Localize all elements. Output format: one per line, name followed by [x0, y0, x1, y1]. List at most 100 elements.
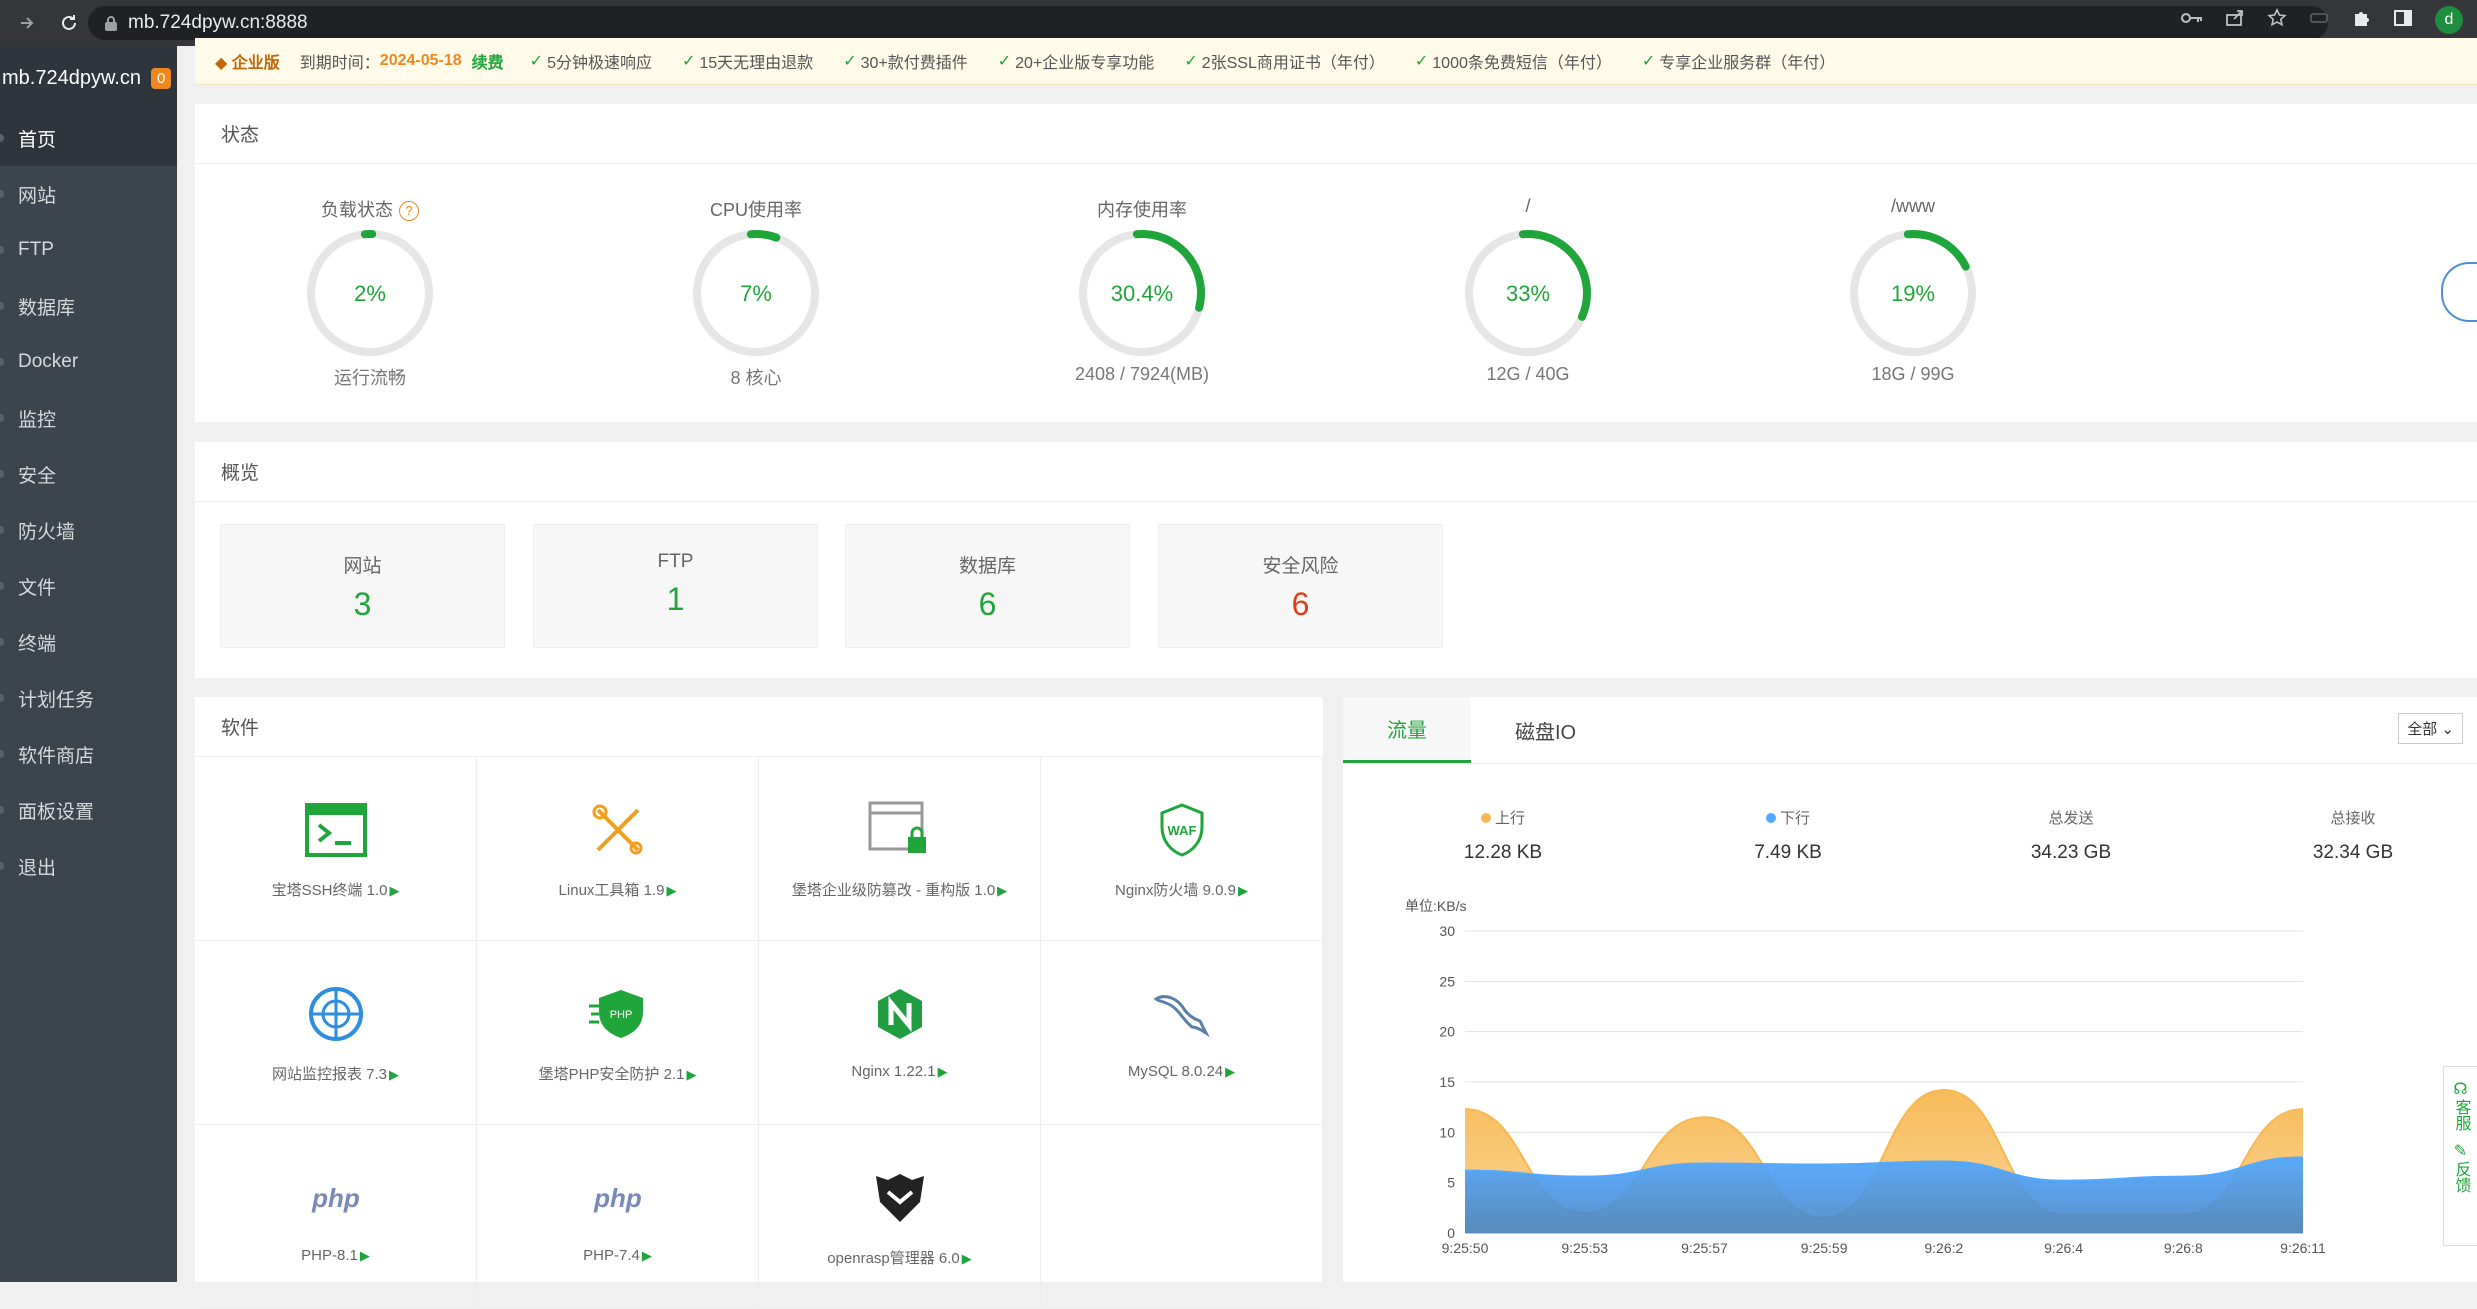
help-icon[interactable]: ? [399, 201, 419, 222]
sidebar-item-12[interactable]: 面板设置 [0, 782, 177, 838]
feedback-link[interactable]: 反馈 [2449, 1161, 2473, 1193]
software-item[interactable]: MySQL 8.0.24 ▶ [1041, 941, 1323, 1125]
software-item[interactable]: 宝塔SSH终端 1.0 ▶ [195, 757, 477, 941]
menu-dot-icon [0, 470, 4, 478]
tab-traffic[interactable]: 流量 [1343, 697, 1471, 763]
x-tick-label: 9:25:57 [1681, 1240, 1728, 1256]
overview-card-label: 安全风险 [1262, 556, 1339, 577]
overview-card-value: 6 [978, 586, 997, 622]
reload-icon[interactable] [56, 10, 82, 36]
extension-small-icon[interactable] [2309, 11, 2329, 30]
traffic-stat-label: 总接收 [2330, 810, 2376, 827]
status-gauge[interactable]: /www 19% 18G / 99G [1813, 196, 2013, 385]
traffic-tabs: 流量 磁盘IO 全部 ⌄ [1343, 697, 2477, 764]
overview-card[interactable]: 网站 3 [220, 524, 505, 648]
status-gauge[interactable]: 内存使用率 30.4% 2408 / 7924(MB) [1042, 196, 1242, 385]
feature-text: 20+企业版专享功能 [1015, 55, 1155, 72]
renew-link[interactable]: 续费 [472, 49, 504, 73]
sidebar-item-2[interactable]: FTP [0, 222, 177, 278]
gauge-label: 负载状态? [270, 196, 470, 222]
sidebar-item-10[interactable]: 计划任务 [0, 670, 177, 726]
network-select[interactable]: 全部 ⌄ [2398, 713, 2463, 744]
enterprise-bar: ◆ 企业版 到期时间： 2024-05-18 续费 ✓ 5分钟极速响应 ✓ 15天无理… [195, 38, 2477, 85]
play-icon[interactable]: ▶ [997, 883, 1007, 898]
key-icon[interactable] [2181, 11, 2203, 30]
software-item[interactable]: php PHP-7.4 ▶ [477, 1125, 759, 1309]
expire-date: 2024-05-18 [379, 52, 462, 69]
software-item[interactable]: Linux工具箱 1.9 ▶ [477, 757, 759, 941]
sidebar-item-7[interactable]: 防火墙 [0, 502, 177, 558]
play-icon[interactable]: ▶ [686, 1067, 696, 1082]
software-item[interactable]: php PHP-8.1 ▶ [195, 1125, 477, 1309]
play-icon[interactable]: ▶ [1238, 883, 1248, 898]
tab-disk-io[interactable]: 磁盘IO [1471, 697, 1620, 763]
sidebar-item-5[interactable]: 监控 [0, 390, 177, 446]
forward-icon[interactable] [14, 10, 40, 36]
edit-icon: ✎ [2453, 1143, 2468, 1160]
play-icon[interactable]: ▶ [642, 1248, 652, 1263]
sidebar-item-label: 网站 [18, 185, 57, 207]
overview-card-label: 数据库 [958, 556, 1016, 577]
sidebar-item-1[interactable]: 网站 [0, 166, 177, 222]
extensions-puzzle-icon[interactable] [2351, 8, 2371, 33]
play-icon[interactable]: ▶ [1225, 1064, 1235, 1079]
software-item[interactable]: Nginx 1.22.1 ▶ [759, 941, 1041, 1125]
y-tick-label: 5 [1447, 1175, 1455, 1191]
status-gauge[interactable]: CPU使用率 7% 8 核心 [656, 196, 856, 390]
message-badge[interactable]: 0 [150, 67, 172, 89]
series-area-1 [1465, 1157, 2303, 1233]
y-tick-label: 0 [1447, 1225, 1455, 1241]
software-item[interactable]: 堡塔企业级防篡改 - 重构版 1.0 ▶ [759, 757, 1041, 941]
gauge-value: 19% [1891, 281, 1935, 306]
sidebar-item-label: 计划任务 [18, 689, 95, 711]
service-link[interactable]: 客服 [2449, 1099, 2473, 1131]
traffic-stat-label: 总发送 [2048, 810, 2094, 827]
sidebar-item-4[interactable]: Docker [0, 334, 177, 390]
sidebar-item-9[interactable]: 终端 [0, 614, 177, 670]
check-icon: ✓ [843, 53, 857, 70]
play-icon[interactable]: ▶ [666, 883, 676, 898]
software-item[interactable]: PHP 堡塔PHP安全防护 2.1 ▶ [477, 941, 759, 1125]
sidebar-item-0[interactable]: 首页 [0, 110, 177, 166]
play-icon[interactable]: ▶ [389, 1067, 399, 1082]
play-icon[interactable]: ▶ [360, 1248, 370, 1263]
bookmark-star-icon[interactable] [2267, 7, 2287, 33]
sidebar-item-11[interactable]: 软件商店 [0, 726, 177, 782]
profile-avatar[interactable]: d [2435, 6, 2463, 34]
legend-dot-icon [1480, 813, 1491, 823]
sidebar-item-3[interactable]: 数据库 [0, 278, 177, 334]
overview-card[interactable]: FTP 1 [533, 524, 818, 648]
gauge-value: 7% [740, 281, 772, 306]
sidebar-item-label: 面板设置 [18, 801, 95, 823]
sidebar-item-13[interactable]: 退出 [0, 838, 177, 894]
check-icon: ✓ [1641, 53, 1656, 70]
check-icon: ✓ [681, 53, 696, 70]
status-panel: 状态 负载状态? 2% 运行流畅 CPU使用率 7% 8 核心 内存使用率 30.4% 2408… [195, 104, 2477, 422]
menu-dot-icon [0, 694, 4, 702]
sidebar-item-8[interactable]: 文件 [0, 558, 177, 614]
tamper-proof-icon [759, 795, 1040, 865]
play-icon[interactable]: ▶ [389, 883, 399, 898]
sidebar-item-label: FTP [18, 239, 54, 260]
overview-card-label: 网站 [343, 556, 382, 577]
enterprise-feature: ✓ 2张SSL商用证书（年付） [1184, 49, 1385, 73]
address-bar[interactable]: mb.724dpyw.cn:8888 [88, 6, 2328, 40]
software-name: PHP-8.1 ▶ [301, 1247, 370, 1264]
software-item[interactable]: openrasp管理器 6.0 ▶ [759, 1125, 1041, 1309]
side-panel-icon[interactable] [2393, 9, 2413, 32]
software-name: 堡塔企业级防篡改 - 重构版 1.0 ▶ [791, 882, 1008, 899]
status-gauge[interactable]: 负载状态? 2% 运行流畅 [270, 196, 470, 390]
feature-text: 1000条免费短信（年付） [1432, 55, 1612, 72]
overview-card[interactable]: 数据库 6 [845, 524, 1130, 648]
software-item[interactable]: 网站监控报表 7.3 ▶ [195, 941, 477, 1125]
php-guard-icon: PHP [477, 979, 758, 1049]
sidebar-item-label: 防火墙 [18, 521, 76, 543]
play-icon[interactable]: ▶ [962, 1251, 972, 1266]
software-empty-cell [1041, 1125, 1323, 1309]
play-icon[interactable]: ▶ [938, 1064, 948, 1079]
share-icon[interactable] [2225, 9, 2245, 32]
software-item[interactable]: WAF Nginx防火墙 9.0.9 ▶ [1041, 757, 1323, 941]
status-gauge[interactable]: / 33% 12G / 40G [1428, 196, 1628, 385]
sidebar-item-6[interactable]: 安全 [0, 446, 177, 502]
overview-card[interactable]: 安全风险 6 [1158, 524, 1443, 648]
